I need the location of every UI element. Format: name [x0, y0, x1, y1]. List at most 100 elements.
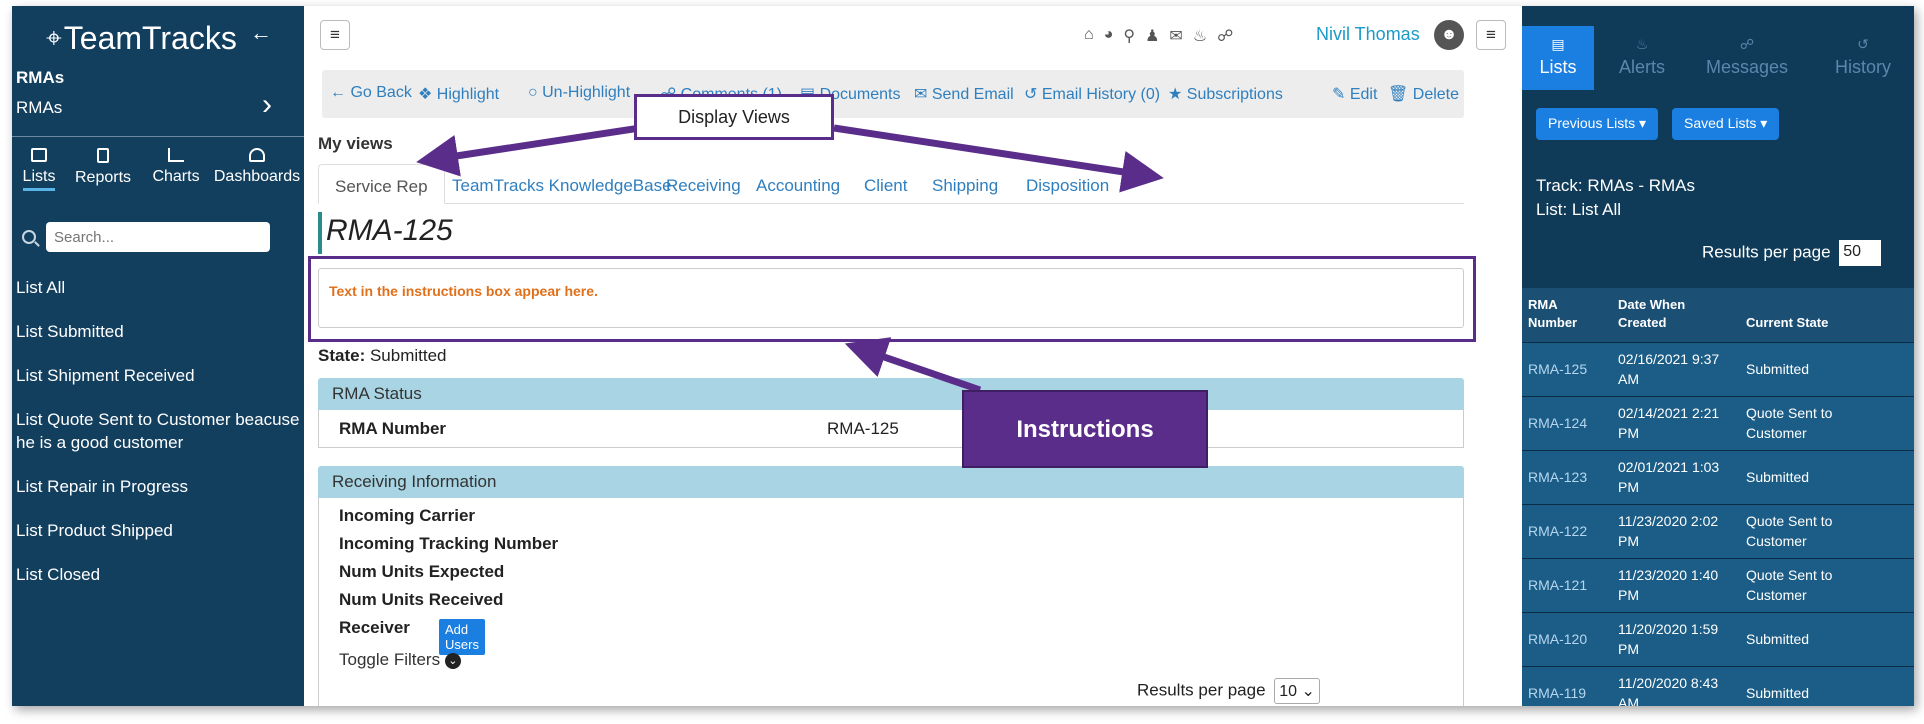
- results-per-page-label: Results per page: [1137, 680, 1266, 700]
- col-date-created[interactable]: Date When Created: [1618, 296, 1728, 332]
- search-input[interactable]: [46, 222, 270, 252]
- list-link-submitted[interactable]: List Submitted: [16, 320, 302, 343]
- highlight-button[interactable]: ❖ Highlight: [418, 84, 499, 104]
- unhighlight-button[interactable]: ○ Un-Highlight: [528, 84, 630, 102]
- right-tab-history[interactable]: ↺ History: [1818, 26, 1908, 90]
- history-icon: ↺: [1857, 36, 1869, 52]
- rma-status-heading[interactable]: RMA Status: [318, 378, 1464, 410]
- record-action-bar: ← Go Back ❖ Highlight ○ Un-Highlight ☍ C…: [322, 70, 1464, 118]
- send-email-button[interactable]: ✉ Send Email: [914, 84, 1014, 104]
- my-views-heading: My views: [318, 134, 393, 153]
- row-rma-number[interactable]: RMA-119: [1528, 683, 1586, 703]
- report-icon: [97, 148, 109, 163]
- delete-button[interactable]: 🗑 Delete: [1388, 84, 1459, 104]
- go-back-button[interactable]: ← Go Back: [330, 84, 412, 102]
- toggle-filters-button[interactable]: Toggle Filters ⌄: [339, 650, 461, 670]
- tab-service-rep[interactable]: Service Rep: [318, 164, 445, 204]
- nav-charts-label: Charts: [152, 168, 200, 185]
- receiving-info-heading[interactable]: Receiving Information: [318, 466, 1464, 498]
- saved-lists-label: Saved Lists: [1684, 115, 1757, 131]
- right-tab-lists[interactable]: ▤ Lists: [1522, 26, 1594, 90]
- table-row[interactable]: RMA-122 11/23/2020 2:02 PM Quote Sent to…: [1522, 504, 1914, 558]
- email-history-button[interactable]: ↺ Email History (0): [1024, 84, 1160, 104]
- go-back-label: Go Back: [350, 84, 412, 101]
- list-link-quote-sent[interactable]: List Quote Sent to Customer beacuse he i…: [16, 408, 302, 454]
- right-tab-alerts-label: Alerts: [1618, 57, 1665, 77]
- mail-icon[interactable]: ✉: [1169, 26, 1182, 46]
- list-link-closed[interactable]: List Closed: [16, 563, 302, 586]
- list-link-all[interactable]: List All: [16, 276, 302, 299]
- menu-toggle-right-icon[interactable]: ≡: [1476, 20, 1506, 50]
- nav-charts[interactable]: Charts: [140, 148, 212, 191]
- tab-knowledgebase[interactable]: TeamTracks KnowledgeBase: [452, 164, 672, 204]
- menu-toggle-left-icon[interactable]: ≡: [320, 20, 350, 50]
- dashboard-icon[interactable]: ◕: [1104, 26, 1114, 46]
- list-icon: [31, 148, 47, 162]
- right-table-header: RMA Number Date When Created Current Sta…: [1522, 288, 1914, 342]
- edit-label: Edit: [1349, 86, 1378, 103]
- instructions-highlight-outline: [308, 256, 1476, 342]
- list-link-shipment-received[interactable]: List Shipment Received: [16, 364, 302, 387]
- row-rma-number[interactable]: RMA-121: [1528, 575, 1587, 595]
- nav-dashboards-label: Dashboards: [213, 168, 301, 185]
- tab-accounting[interactable]: Accounting: [756, 164, 840, 204]
- right-results-per-page-input[interactable]: 50: [1839, 240, 1882, 266]
- sidebar-divider: [12, 136, 304, 137]
- sidebar-list-links: List All List Submitted List Shipment Re…: [16, 276, 302, 607]
- chat-icon: ☍: [1739, 36, 1755, 52]
- record-title-accent: [318, 212, 322, 254]
- previous-lists-button[interactable]: Previous Lists ▾: [1536, 108, 1659, 140]
- row-rma-number[interactable]: RMA-120: [1528, 629, 1587, 649]
- saved-lists-button[interactable]: Saved Lists ▾: [1672, 108, 1780, 140]
- table-row[interactable]: RMA-125 02/16/2021 9:37 AM Submitted: [1522, 342, 1914, 396]
- num-units-expected-label: Num Units Expected: [339, 562, 505, 581]
- table-row[interactable]: RMA-123 02/01/2021 1:03 PM Submitted: [1522, 450, 1914, 504]
- row-rma-number[interactable]: RMA-124: [1528, 413, 1587, 433]
- nav-dashboards[interactable]: Dashboards: [212, 148, 302, 191]
- edit-button[interactable]: ✎ Edit: [1332, 84, 1377, 104]
- row-rma-number[interactable]: RMA-125: [1528, 359, 1587, 379]
- app-logo[interactable]: ⌖ TeamTracks: [46, 20, 237, 57]
- col-current-state[interactable]: Current State: [1746, 314, 1896, 332]
- table-row[interactable]: RMA-119 11/20/2020 8:43 AM Submitted: [1522, 666, 1914, 706]
- user-name[interactable]: Nivil Thomas: [1316, 24, 1420, 45]
- track-subtitle[interactable]: RMAs: [16, 98, 62, 118]
- nav-lists[interactable]: Lists: [12, 148, 66, 191]
- collapse-sidebar-arrow-icon[interactable]: ←: [250, 20, 272, 46]
- chevron-down-circle-icon: ⌄: [444, 652, 461, 669]
- rma-number-label: RMA Number: [339, 419, 447, 438]
- right-tab-messages[interactable]: ☍ Messages: [1692, 26, 1802, 90]
- chat-icon[interactable]: ☍: [1217, 26, 1233, 46]
- tab-receiving[interactable]: Receiving: [666, 164, 741, 204]
- col-rma-number[interactable]: RMA Number: [1528, 296, 1598, 332]
- right-list-label: List: List All: [1536, 200, 1622, 219]
- row-date: 02/01/2021 1:03 PM: [1618, 459, 1720, 495]
- search-icon: [22, 230, 36, 244]
- top-bar: ≡ ⌂ ◕ ⚲ ♟ ✉ ♨ ☍ Nivil Thomas ☻ ≡: [304, 6, 1506, 62]
- results-per-page-select[interactable]: 10 ⌄: [1274, 678, 1321, 704]
- user-icon[interactable]: ♟: [1145, 26, 1159, 46]
- table-row[interactable]: RMA-121 11/23/2020 1:40 PM Quote Sent to…: [1522, 558, 1914, 612]
- list-link-repair-in-progress[interactable]: List Repair in Progress: [16, 475, 302, 498]
- list-link-product-shipped[interactable]: List Product Shipped: [16, 519, 302, 542]
- rma-status-panel: RMA Number RMA-125: [318, 410, 1464, 448]
- right-results-per-page-label: Results per page: [1702, 242, 1831, 262]
- sidebar-search: [22, 222, 270, 252]
- nav-reports[interactable]: Reports: [66, 148, 140, 191]
- table-row[interactable]: RMA-124 02/14/2021 2:21 PM Quote Sent to…: [1522, 396, 1914, 450]
- tab-client[interactable]: Client: [864, 164, 907, 204]
- view-tabs: Service Rep TeamTracks KnowledgeBase Rec…: [318, 164, 1464, 204]
- row-rma-number[interactable]: RMA-122: [1528, 521, 1587, 541]
- home-icon[interactable]: ⌂: [1084, 26, 1094, 46]
- chevron-right-icon[interactable]: ›: [262, 88, 272, 122]
- tab-disposition[interactable]: Disposition: [1026, 164, 1109, 204]
- bell-icon[interactable]: ♨: [1193, 26, 1207, 46]
- avatar[interactable]: ☻: [1434, 20, 1464, 50]
- table-row[interactable]: RMA-120 11/20/2020 1:59 PM Submitted: [1522, 612, 1914, 666]
- right-tab-alerts[interactable]: ♨ Alerts: [1602, 26, 1682, 90]
- search-icon[interactable]: ⚲: [1123, 26, 1135, 46]
- subscriptions-button[interactable]: ★ Subscriptions: [1168, 84, 1283, 104]
- tab-shipping[interactable]: Shipping: [932, 164, 998, 204]
- receiver-row: Receiver Add Users: [339, 618, 485, 655]
- row-rma-number[interactable]: RMA-123: [1528, 467, 1587, 487]
